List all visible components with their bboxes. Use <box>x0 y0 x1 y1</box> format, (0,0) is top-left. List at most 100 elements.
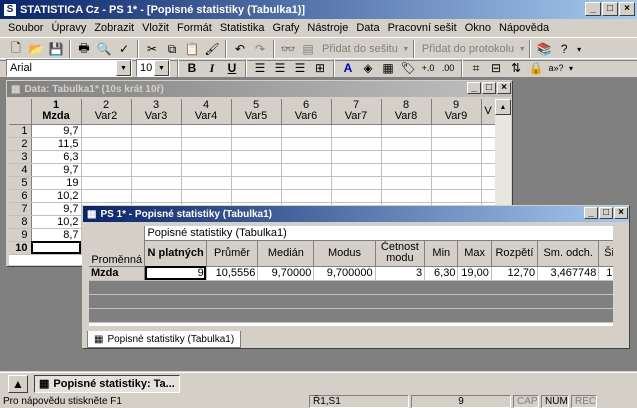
data-cell[interactable] <box>31 241 82 255</box>
stats-value-cell[interactable]: 3 <box>375 266 426 281</box>
stats-column-header[interactable]: Průměr <box>206 240 259 267</box>
data-cell[interactable] <box>231 176 282 190</box>
chevron-down-icon[interactable]: ▼ <box>116 60 131 76</box>
binoculars-icon[interactable]: 👓 <box>278 40 298 58</box>
bold-button[interactable]: B <box>182 59 202 77</box>
scroll-up-icon[interactable]: ▲ <box>495 99 511 115</box>
add-to-workbook-icon[interactable]: ▤ <box>298 40 318 58</box>
data-cell[interactable] <box>181 176 232 190</box>
cases-icon[interactable]: ⊟ <box>486 59 506 77</box>
font-size-select[interactable]: 10 ▼ <box>136 59 170 77</box>
stats-vertical-scrollbar[interactable] <box>613 226 629 326</box>
names-icon[interactable]: a»? <box>546 59 566 77</box>
menu-grafy[interactable]: Grafy <box>268 22 303 34</box>
menu-nastroje[interactable]: Nástroje <box>303 22 352 34</box>
stats-value-cell[interactable]: 9,700000 <box>313 266 376 281</box>
stats-column-header[interactable]: Šikmost <box>598 240 613 267</box>
data-cell[interactable] <box>331 189 382 203</box>
data-cell[interactable] <box>81 163 132 177</box>
column-header[interactable]: 4 Var4 <box>181 99 232 125</box>
data-cell[interactable] <box>481 124 495 138</box>
stats-column-header[interactable]: Medián <box>257 240 315 267</box>
borders-icon[interactable]: ▦ <box>378 59 398 77</box>
data-cell[interactable] <box>231 137 282 151</box>
row-header[interactable]: 3 <box>9 150 32 164</box>
data-cell[interactable] <box>131 176 182 190</box>
merge-cells-icon[interactable]: ⊞ <box>310 59 330 77</box>
stats-row-label[interactable]: Mzda <box>89 266 146 281</box>
data-cell[interactable] <box>81 150 132 164</box>
data-cell[interactable] <box>281 137 332 151</box>
menu-napoveda[interactable]: Nápověda <box>495 22 553 34</box>
stats-column-header[interactable]: Sm. odch. <box>537 240 600 267</box>
data-cell[interactable] <box>381 137 432 151</box>
data-cell[interactable] <box>231 189 282 203</box>
row-header[interactable]: 5 <box>9 176 32 190</box>
add-to-workbook-button[interactable]: Přidat do sešitu <box>318 43 402 55</box>
data-cell[interactable] <box>181 137 232 151</box>
close-button[interactable]: × <box>497 82 511 94</box>
menu-pracovni-sesit[interactable]: Pracovní sešit <box>384 22 461 34</box>
print-preview-icon[interactable]: 🔍 <box>94 40 114 58</box>
decimal-increase-icon[interactable]: +.0 <box>418 59 438 77</box>
font-color-icon[interactable]: A <box>338 59 358 77</box>
data-cell[interactable] <box>281 124 332 138</box>
data-cell[interactable]: 9,7 <box>31 163 82 177</box>
tab-popisne-statistiky[interactable]: ▦ Popisné statistiky (Tabulka1) <box>87 331 242 348</box>
stats-value-cell[interactable]: 3,467748 <box>537 266 600 281</box>
data-cell[interactable] <box>381 176 432 190</box>
row-header[interactable]: 2 <box>9 137 32 151</box>
data-cell[interactable] <box>381 124 432 138</box>
column-header[interactable]: 3 Var3 <box>131 99 182 125</box>
stats-value-cell[interactable]: 10,5556 <box>206 266 259 281</box>
stats-column-header[interactable]: Rozpětí <box>491 240 539 267</box>
data-cell[interactable]: 10,2 <box>31 215 82 229</box>
data-cell[interactable] <box>81 124 132 138</box>
data-cell[interactable] <box>431 189 482 203</box>
data-cell[interactable] <box>131 137 182 151</box>
data-cell[interactable] <box>81 137 132 151</box>
corner-cell[interactable] <box>9 99 32 125</box>
underline-button[interactable]: U <box>222 59 242 77</box>
data-cell[interactable] <box>431 163 482 177</box>
paste-icon[interactable]: 📋 <box>182 40 202 58</box>
data-cell[interactable] <box>131 124 182 138</box>
data-cell[interactable] <box>131 189 182 203</box>
row-header[interactable]: 9 <box>9 228 32 242</box>
stats-value-cell[interactable]: 9,70000 <box>257 266 315 281</box>
minimize-button[interactable]: _ <box>585 2 601 16</box>
data-cell[interactable] <box>331 124 382 138</box>
data-cell[interactable] <box>331 176 382 190</box>
data-cell[interactable] <box>481 176 495 190</box>
workbook-icon[interactable]: ▲ <box>8 374 28 393</box>
data-cell[interactable] <box>481 137 495 151</box>
data-cell[interactable]: 11,5 <box>31 137 82 151</box>
minimize-button[interactable]: _ <box>467 82 481 94</box>
save-icon[interactable]: 💾 <box>46 40 66 58</box>
menu-format[interactable]: Formát <box>173 22 216 34</box>
data-cell[interactable] <box>231 150 282 164</box>
copy-icon[interactable]: ⧉ <box>162 40 182 58</box>
row-header[interactable]: 7 <box>9 202 32 216</box>
stats-window-titlebar[interactable]: ▦ PS 1* - Popisné statistiky (Tabulka1) … <box>83 206 629 222</box>
maximize-button[interactable]: □ <box>482 82 496 94</box>
redo-icon[interactable]: ↷ <box>250 40 270 58</box>
column-header[interactable]: 5 Var5 <box>231 99 282 125</box>
data-window-titlebar[interactable]: ▦ Data: Tabulka1* (10s krát 10ř) _ □ × <box>7 81 512 97</box>
data-cell[interactable] <box>331 137 382 151</box>
spellcheck-icon[interactable]: ✓ <box>114 40 134 58</box>
menu-zobrazit[interactable]: Zobrazit <box>90 22 138 34</box>
statistica-app-icon[interactable]: S <box>3 2 17 17</box>
data-cell[interactable]: 9,7 <box>31 124 82 138</box>
data-cell[interactable]: 6,3 <box>31 150 82 164</box>
row-header[interactable]: 6 <box>9 189 32 203</box>
stats-column-header[interactable]: N platných <box>144 240 207 267</box>
column-header-mzda[interactable]: 1 Mzda <box>31 99 82 125</box>
data-cell[interactable]: 9,7 <box>31 202 82 216</box>
row-header[interactable]: 10 <box>9 241 32 255</box>
minimize-button[interactable]: _ <box>584 207 598 219</box>
var-specs-icon[interactable]: ⌗ <box>466 59 486 77</box>
new-file-icon[interactable]: 🗋 <box>6 40 26 58</box>
dropdown-arrow-icon[interactable]: ▼ <box>518 40 526 58</box>
column-header[interactable]: 7 Var7 <box>331 99 382 125</box>
